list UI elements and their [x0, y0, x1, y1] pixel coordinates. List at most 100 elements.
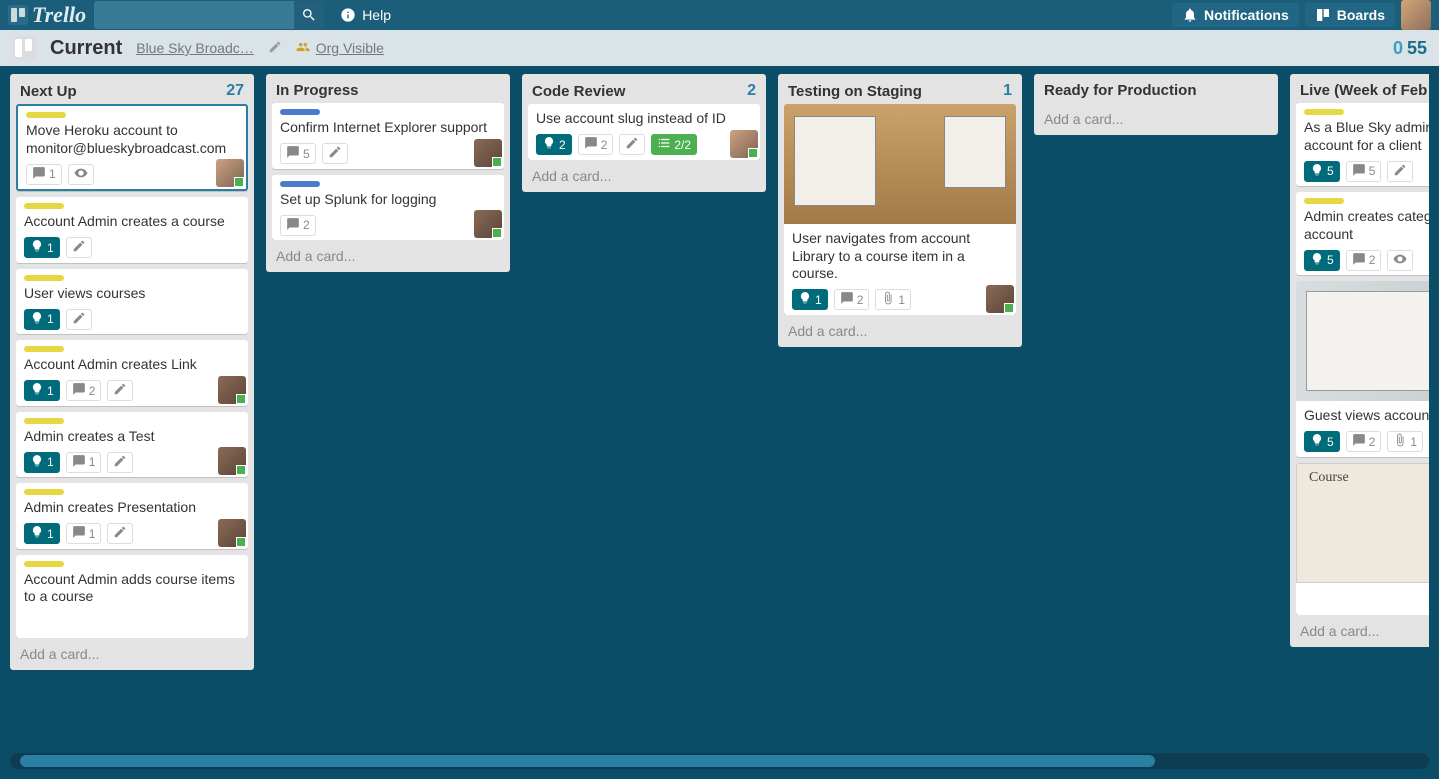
- votes-badge: 5: [1304, 161, 1340, 182]
- member-avatar[interactable]: [474, 139, 502, 167]
- comments-badge: 2: [280, 215, 316, 236]
- member-avatar[interactable]: [986, 285, 1014, 313]
- edit-badge-icon: [625, 136, 639, 153]
- card-badges: [1304, 589, 1429, 611]
- card-badges: 1: [24, 308, 240, 330]
- card[interactable]: As a Blue Sky admin, I create an account…: [1296, 103, 1429, 186]
- board-area: Next Up 27 Move Heroku account to monito…: [0, 66, 1439, 779]
- edit-badge-icon: [72, 239, 86, 256]
- member-avatar[interactable]: [730, 130, 758, 158]
- card-labels: [24, 489, 240, 495]
- card[interactable]: User navigates from account Library to a…: [784, 104, 1016, 315]
- user-avatar[interactable]: [1401, 0, 1431, 30]
- visibility-button[interactable]: Org Visible: [296, 40, 384, 57]
- list-header[interactable]: Next Up 27: [10, 74, 254, 104]
- org-link[interactable]: Blue Sky Broadc…: [136, 40, 254, 56]
- card[interactable]: Admin creates categories for account52: [1296, 192, 1429, 275]
- list-header[interactable]: Testing on Staging 1: [778, 74, 1022, 104]
- help-button[interactable]: Help: [332, 3, 399, 27]
- card-cover-image: [784, 104, 1016, 224]
- votes-badge-count: 1: [47, 241, 54, 255]
- member-avatar[interactable]: [216, 159, 244, 187]
- attachments-badge: 1: [875, 289, 911, 310]
- card[interactable]: Move Heroku account to monitor@blueskybr…: [16, 104, 248, 191]
- comments-badge-icon: [72, 454, 86, 471]
- list: Next Up 27 Move Heroku account to monito…: [10, 74, 254, 670]
- label-ly: [24, 275, 64, 281]
- board-bar: Current Blue Sky Broadc… Org Visible 0 5…: [0, 30, 1439, 66]
- trello-logo[interactable]: Trello: [8, 2, 86, 28]
- horizontal-scrollbar[interactable]: [10, 753, 1429, 769]
- list-name: Code Review: [532, 83, 625, 100]
- add-card-button[interactable]: Add a card...: [778, 315, 1022, 347]
- votes-badge: 1: [792, 289, 828, 310]
- add-card-button[interactable]: Add a card...: [522, 160, 766, 192]
- notifications-label: Notifications: [1204, 7, 1289, 23]
- votes-badge-icon: [798, 291, 812, 308]
- list-header[interactable]: In Progress: [266, 74, 510, 103]
- add-card-button[interactable]: Add a card...: [266, 240, 510, 272]
- votes-badge-icon: [30, 525, 44, 542]
- card[interactable]: Confirm Internet Explorer support5: [272, 103, 504, 169]
- card-cover-image: [1296, 281, 1429, 401]
- list-name: Testing on Staging: [788, 83, 922, 100]
- card[interactable]: Account Admin adds course items to a cou…: [16, 555, 248, 638]
- card[interactable]: Set up Splunk for logging 2: [272, 175, 504, 241]
- card-badges: 11: [24, 451, 240, 473]
- comments-badge-icon: [286, 145, 300, 162]
- card[interactable]: [1296, 463, 1429, 615]
- card[interactable]: Admin creates Presentation11: [16, 483, 248, 549]
- member-avatar[interactable]: [218, 376, 246, 404]
- list-cards: As a Blue Sky admin, I create an account…: [1290, 103, 1429, 615]
- member-avatar[interactable]: [218, 447, 246, 475]
- edit-badge: [107, 380, 133, 401]
- comments-badge: 2: [1346, 431, 1382, 452]
- edit-badge: [66, 309, 92, 330]
- member-avatar[interactable]: [474, 210, 502, 238]
- list-cards: Use account slug instead of ID 222/2: [522, 104, 766, 160]
- list-header[interactable]: Ready for Production: [1034, 74, 1278, 103]
- card-badges: 222/2: [536, 134, 752, 156]
- card[interactable]: Use account slug instead of ID 222/2: [528, 104, 760, 160]
- votes-badge: 5: [1304, 431, 1340, 452]
- add-card-button[interactable]: Add a card...: [10, 638, 254, 670]
- card-title: Use account slug instead of ID: [536, 110, 752, 128]
- comments-badge-icon: [1352, 433, 1366, 450]
- card[interactable]: Guest views account library521: [1296, 281, 1429, 457]
- search-button[interactable]: [294, 1, 324, 29]
- card[interactable]: Account Admin creates a course1: [16, 197, 248, 263]
- boards-button[interactable]: Boards: [1305, 3, 1395, 27]
- rename-board-button[interactable]: [268, 40, 282, 57]
- search-icon: [301, 7, 317, 23]
- comments-badge: 2: [1346, 250, 1382, 271]
- comments-badge: 5: [280, 143, 316, 164]
- board-counts: 0 55: [1393, 38, 1427, 59]
- list-header[interactable]: Code Review 2: [522, 74, 766, 104]
- add-card-button[interactable]: Add a card...: [1034, 103, 1278, 135]
- search-input[interactable]: [94, 1, 294, 29]
- card-badges: [24, 612, 240, 634]
- comments-badge-count: 2: [303, 218, 310, 232]
- pencil-icon: [268, 40, 282, 54]
- card-labels: [24, 418, 240, 424]
- votes-badge-count: 5: [1327, 435, 1334, 449]
- add-card-button[interactable]: Add a card...: [1290, 615, 1429, 647]
- card[interactable]: Admin creates a Test11: [16, 412, 248, 478]
- card-title: Set up Splunk for logging: [280, 191, 496, 209]
- card-title: Admin creates categories for account: [1304, 208, 1429, 243]
- checklist-badge-icon: [657, 136, 671, 153]
- card-badges: 12: [24, 380, 240, 402]
- comments-badge: 1: [66, 452, 102, 473]
- votes-badge-icon: [30, 311, 44, 328]
- votes-badge-icon: [1310, 433, 1324, 450]
- checklist-badge: 2/2: [651, 134, 697, 155]
- card-title: As a Blue Sky admin, I create an account…: [1304, 119, 1429, 154]
- list-header[interactable]: Live (Week of Feb 18): [1290, 74, 1429, 103]
- votes-badge-count: 5: [1327, 164, 1334, 178]
- notifications-button[interactable]: Notifications: [1172, 3, 1299, 27]
- member-avatar[interactable]: [218, 519, 246, 547]
- edit-badge-icon: [113, 382, 127, 399]
- card[interactable]: User views courses1: [16, 269, 248, 335]
- card[interactable]: Account Admin creates Link12: [16, 340, 248, 406]
- attachments-badge: 1: [1387, 431, 1423, 452]
